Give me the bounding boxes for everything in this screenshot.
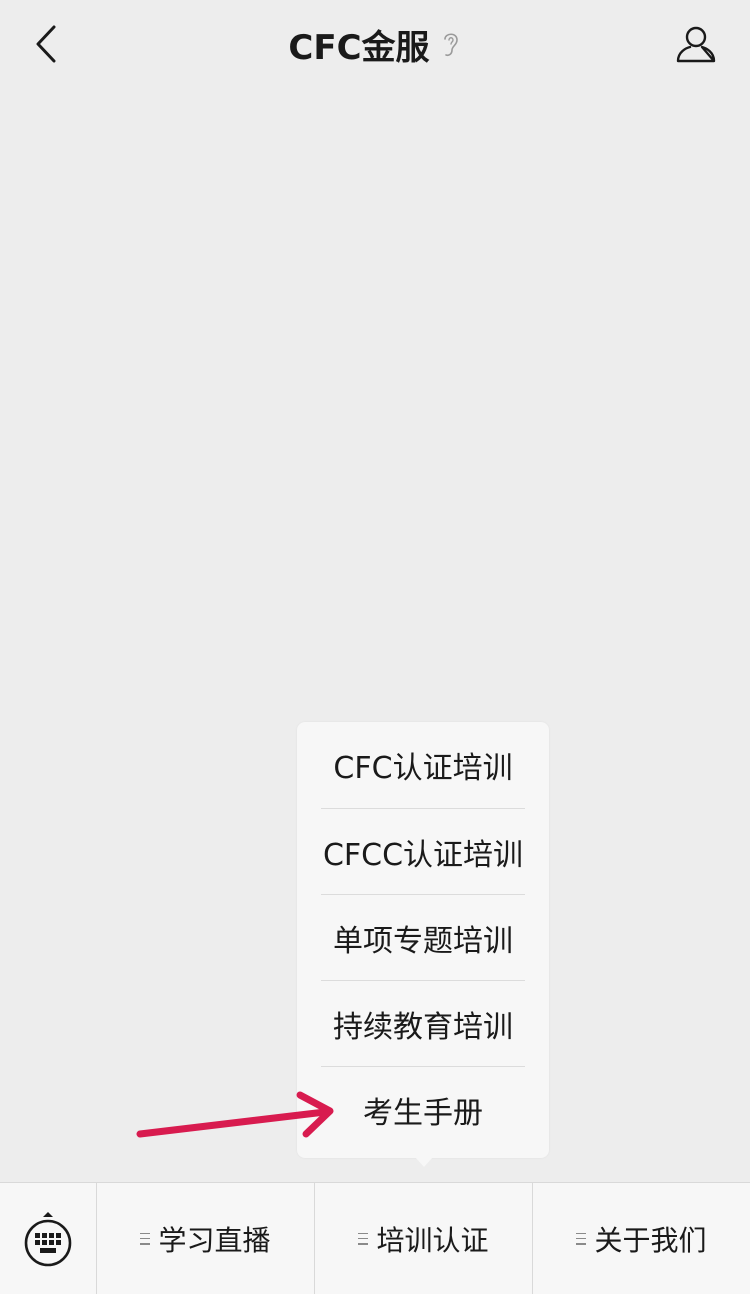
title-group: CFC金服	[0, 0, 750, 88]
header-bar: CFC金服	[0, 0, 750, 88]
tab-label: 学习直播	[158, 1223, 271, 1257]
tab-training-certification[interactable]: 培训认证	[314, 1183, 532, 1294]
submenu-item-continuing-education[interactable]: 持续教育培训	[297, 981, 549, 1067]
keyboard-toggle-button[interactable]	[0, 1183, 96, 1294]
popup-caret	[415, 1157, 433, 1167]
submenu-item-cfcc-training[interactable]: CFCC认证培训	[297, 809, 549, 895]
bottom-menu-bar: 学习直播 培训认证 关于我们	[0, 1182, 750, 1294]
tab-label: 培训认证	[376, 1223, 489, 1257]
page-title: CFC金服	[288, 27, 430, 68]
tab-label: 关于我们	[594, 1223, 707, 1257]
menu-lines-icon	[358, 1232, 369, 1245]
submenu-item-topic-training[interactable]: 单项专题培训	[297, 895, 549, 981]
ear-icon	[440, 29, 462, 59]
submenu-item-cfc-training[interactable]: CFC认证培训	[297, 722, 549, 808]
keyboard-icon	[24, 1211, 72, 1266]
menu-lines-icon	[576, 1232, 587, 1245]
tab-study-live[interactable]: 学习直播	[96, 1183, 314, 1294]
tab-about-us[interactable]: 关于我们	[532, 1183, 750, 1294]
menu-lines-icon	[140, 1232, 151, 1245]
profile-button[interactable]	[672, 20, 720, 68]
user-icon	[676, 26, 716, 63]
annotation-arrow-icon	[136, 1091, 334, 1138]
